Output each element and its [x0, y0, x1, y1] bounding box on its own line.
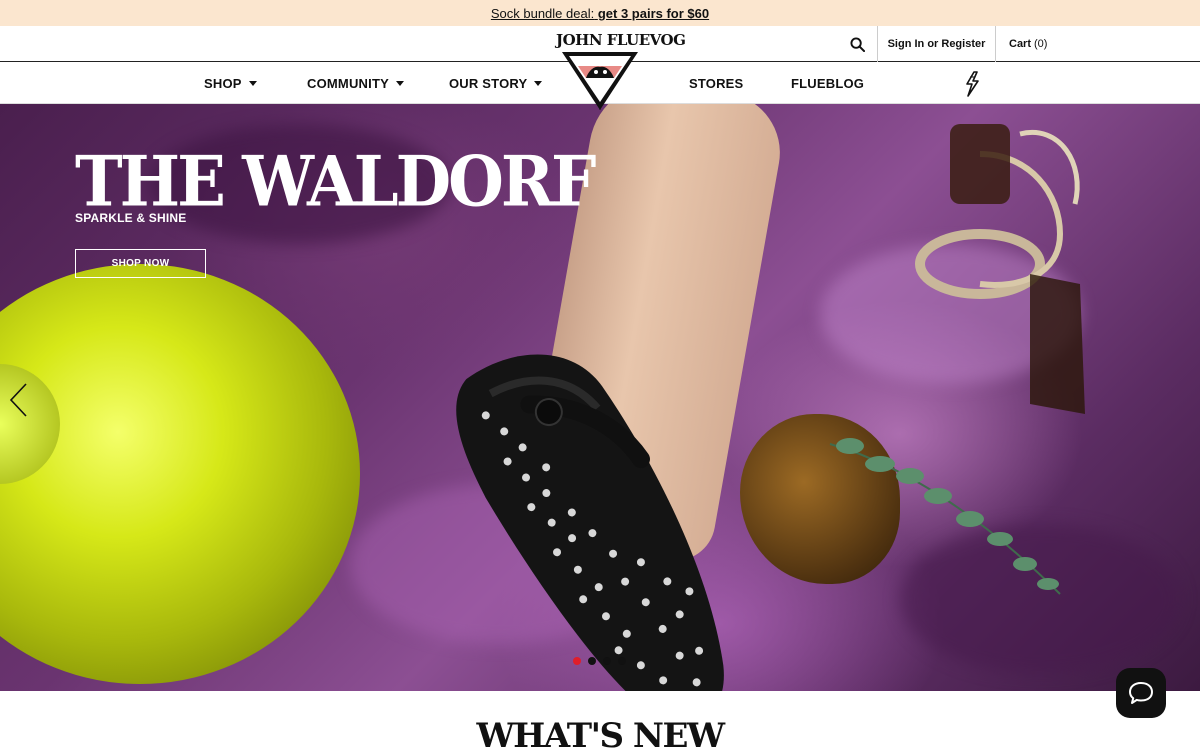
promo-link[interactable]: Sock bundle deal: get 3 pairs for $60: [491, 6, 709, 21]
caret-down-icon: [248, 80, 257, 86]
nav-item-flueblog[interactable]: FLUEBLOG: [791, 62, 864, 104]
logo-wordmark: JOHN FLUEVOG: [556, 31, 686, 49]
chat-button[interactable]: [1116, 668, 1166, 718]
velvet-pillow-image: [0, 264, 360, 684]
carousel-dots: [573, 657, 626, 665]
nav-item-community-label: COMMUNITY: [307, 75, 389, 91]
nav-item-community[interactable]: COMMUNITY: [307, 62, 404, 104]
promo-link-offer: get 3 pairs for $60: [597, 5, 710, 21]
nav-item-stores[interactable]: STORES: [689, 62, 743, 104]
nav-item-our-story-label: OUR STORY: [449, 75, 528, 91]
nav-item-our-story[interactable]: OUR STORY: [449, 62, 543, 104]
logo-triangle-icon: [562, 52, 638, 110]
eucalyptus-image: [829, 438, 1061, 595]
hero-carousel: THE WALDORF SPARKLE & SHINE SHOP NOW: [0, 104, 1200, 691]
nav-item-shop-label: SHOP: [204, 75, 242, 91]
carousel-dot-3[interactable]: [603, 657, 611, 665]
carousel-dot-4[interactable]: [618, 657, 626, 665]
site-logo[interactable]: JOHN FLUEVOG: [556, 31, 686, 114]
chat-bubble-icon: [1129, 682, 1153, 704]
search-icon: [850, 36, 865, 52]
cart-link[interactable]: Cart (0): [996, 26, 1200, 62]
sign-in-link[interactable]: Sign In or Register: [878, 26, 996, 62]
nav-item-stores-label: STORES: [689, 75, 744, 91]
carousel-prev-icon[interactable]: [8, 382, 30, 418]
lightning-bolt-icon[interactable]: [962, 71, 982, 97]
nav-item-flueblog-label: FLUEBLOG: [791, 75, 865, 91]
shop-now-button[interactable]: SHOP NOW: [75, 249, 206, 278]
promo-banner: Sock bundle deal: get 3 pairs for $60: [0, 0, 1200, 26]
caret-down-icon: [395, 80, 404, 86]
hero-subtitle: SPARKLE & SHINE: [75, 211, 187, 225]
carousel-dot-1[interactable]: [573, 657, 581, 665]
promo-link-text: Sock bundle deal:: [490, 5, 595, 21]
carousel-dot-2[interactable]: [588, 657, 596, 665]
whats-new-heading: WHAT'S NEW: [476, 716, 725, 756]
caret-down-icon: [534, 80, 543, 86]
cart-count: (0): [1034, 38, 1048, 50]
cart-label: Cart: [1009, 38, 1032, 50]
search-button[interactable]: [838, 26, 878, 62]
nav-item-shop[interactable]: SHOP: [204, 62, 257, 104]
goblet-image: [915, 124, 1085, 414]
